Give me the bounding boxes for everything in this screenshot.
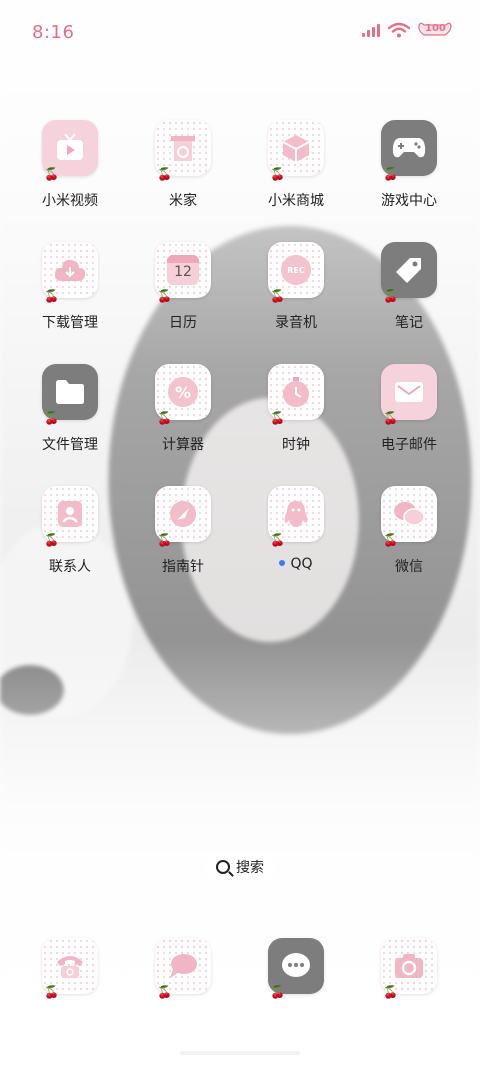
- cherry-icon: 🍒: [44, 411, 59, 425]
- dock-phone[interactable]: 🍒: [14, 938, 126, 1008]
- app-label: QQ: [240, 556, 352, 572]
- stopwatch-icon: 🍒: [268, 364, 324, 424]
- calendar-date: 12: [174, 264, 192, 280]
- app-qq[interactable]: 🍒 QQ: [240, 486, 352, 596]
- app-label: 联系人: [49, 559, 91, 575]
- messages-icon: 🍒: [155, 938, 211, 998]
- app-label: 录音机: [275, 315, 317, 331]
- app-clock[interactable]: 🍒 时钟: [240, 364, 352, 474]
- battery-icon: 100: [418, 22, 452, 38]
- cherry-icon: 🍒: [157, 985, 172, 999]
- cherry-icon: 🍒: [44, 289, 59, 303]
- cherry-icon: 🍒: [157, 289, 172, 303]
- search-icon: [216, 860, 230, 874]
- app-mijia[interactable]: 🍒 米家: [127, 120, 239, 230]
- cherry-icon: 🍒: [383, 533, 398, 547]
- home-indicator: [180, 1051, 300, 1055]
- dock-messages[interactable]: 🍒: [127, 938, 239, 1008]
- app-calculator[interactable]: % 🍒 计算器: [127, 364, 239, 474]
- gift-box-icon: 🍒: [268, 120, 324, 180]
- search-label: 搜索: [236, 860, 264, 876]
- app-email[interactable]: 🍒 电子邮件: [353, 364, 465, 474]
- wifi-icon: [388, 22, 410, 38]
- cherry-icon: 🍒: [270, 167, 285, 181]
- cherry-icon: 🍒: [157, 533, 172, 547]
- app-calendar[interactable]: 12 🍒 日历: [127, 242, 239, 352]
- cloud-download-icon: 🍒: [42, 242, 98, 302]
- app-mi-store[interactable]: 🍒 小米商城: [240, 120, 352, 230]
- cherry-icon: 🍒: [383, 985, 398, 999]
- cherry-icon: 🍒: [44, 533, 59, 547]
- app-label: 下载管理: [42, 315, 98, 331]
- cherry-icon: 🍒: [383, 289, 398, 303]
- app-label: 时钟: [282, 437, 310, 453]
- home-device-icon: 🍒: [155, 120, 211, 180]
- battery-level: 100: [425, 23, 446, 34]
- cherry-icon: 🍒: [270, 289, 285, 303]
- app-label-text: QQ: [290, 556, 313, 572]
- dock-camera[interactable]: 🍒: [353, 938, 465, 1008]
- app-label: 小米商城: [268, 193, 324, 209]
- folder-icon: 🍒: [42, 364, 98, 424]
- penguin-icon: 🍒: [268, 486, 324, 546]
- cherry-icon: 🍒: [383, 411, 398, 425]
- more-bubble-icon: 🍒: [268, 938, 324, 998]
- new-indicator-dot: [279, 560, 286, 566]
- app-file-manager[interactable]: 🍒 文件管理: [14, 364, 126, 474]
- search-pill[interactable]: 搜索: [205, 852, 275, 882]
- app-label: 日历: [169, 315, 197, 331]
- app-downloads[interactable]: 🍒 下载管理: [14, 242, 126, 352]
- app-wechat[interactable]: 🍒 微信: [353, 486, 465, 596]
- app-label: 计算器: [162, 437, 204, 453]
- app-notes[interactable]: 🍒 笔记: [353, 242, 465, 352]
- app-label: 微信: [395, 559, 423, 575]
- signal-icon: [362, 23, 380, 37]
- rec-text: REC: [287, 265, 305, 275]
- compass-icon: 🍒: [155, 486, 211, 546]
- phone-icon: 🍒: [42, 938, 98, 998]
- app-mi-video[interactable]: 🍒 小米视频: [14, 120, 126, 230]
- app-label: 小米视频: [42, 193, 98, 209]
- app-game-center[interactable]: 🍒 游戏中心: [353, 120, 465, 230]
- status-bar: 8:16 100: [0, 0, 480, 70]
- app-contacts[interactable]: 🍒 联系人: [14, 486, 126, 596]
- app-label: 指南针: [162, 559, 204, 575]
- calendar-icon: 12 🍒: [155, 242, 211, 302]
- cherry-icon: 🍒: [270, 985, 285, 999]
- cherry-icon: 🍒: [270, 533, 285, 547]
- contact-icon: 🍒: [42, 486, 98, 546]
- app-label: 电子邮件: [381, 437, 437, 453]
- app-label: 笔记: [395, 315, 423, 331]
- app-label: 米家: [169, 193, 197, 209]
- camera-icon: 🍒: [381, 938, 437, 998]
- status-time: 8:16: [32, 22, 75, 43]
- cherry-icon: 🍒: [157, 411, 172, 425]
- app-label: 文件管理: [42, 437, 98, 453]
- app-label: 游戏中心: [381, 193, 437, 209]
- dock-more[interactable]: 🍒: [240, 938, 352, 1008]
- gamepad-icon: 🍒: [381, 120, 437, 180]
- recorder-icon: REC 🍒: [268, 242, 324, 302]
- app-compass[interactable]: 🍒 指南针: [127, 486, 239, 596]
- cherry-icon: 🍒: [383, 167, 398, 181]
- calculator-icon: % 🍒: [155, 364, 211, 424]
- cherry-icon: 🍒: [44, 167, 59, 181]
- cherry-icon: 🍒: [157, 167, 172, 181]
- cherry-icon: 🍒: [270, 411, 285, 425]
- tag-icon: 🍒: [381, 242, 437, 302]
- mail-icon: 🍒: [381, 364, 437, 424]
- cherry-icon: 🍒: [44, 985, 59, 999]
- app-recorder[interactable]: REC 🍒 录音机: [240, 242, 352, 352]
- chat-bubbles-icon: 🍒: [381, 486, 437, 546]
- status-icons: 100: [362, 22, 452, 38]
- tv-icon: 🍒: [42, 120, 98, 180]
